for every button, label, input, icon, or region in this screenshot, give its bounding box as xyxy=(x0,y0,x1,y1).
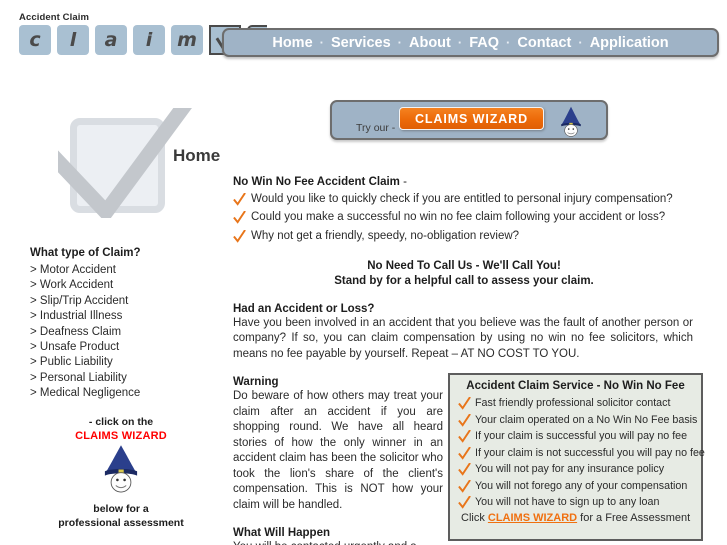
cta-below-label: below for a xyxy=(93,502,149,515)
service-item-text: Fast friendly professional solicitor con… xyxy=(475,397,671,409)
site-header: Accident Claim c l a i m Home · Services… xyxy=(0,0,727,70)
bullet-text: Why not get a friendly, speedy, no-oblig… xyxy=(251,229,520,242)
cta-assessment-label: professional assessment xyxy=(58,516,184,529)
nav-separator: · xyxy=(457,35,463,50)
nav-item-services[interactable]: Services xyxy=(331,35,391,51)
try-our-label: Try our - xyxy=(356,122,396,134)
section-body-warning: Do beware of how others may treat your c… xyxy=(233,390,443,511)
check-icon xyxy=(233,229,246,243)
service-item: If your claim is successful you will pay… xyxy=(457,428,694,445)
lead-heading: No Win No Fee Accident Claim - xyxy=(233,176,695,188)
cta-click-on-the-label: - click on the xyxy=(88,415,154,428)
nav-separator: · xyxy=(397,35,402,50)
claims-wizard-button[interactable]: CLAIMS WIZARD xyxy=(399,107,544,130)
sidebar-item-work-accident[interactable]: > Work Accident xyxy=(30,278,212,293)
service-box-cta: Click CLAIMS WIZARD for a Free Assessmen… xyxy=(457,512,694,524)
lead-heading-text: No Win No Fee Accident Claim xyxy=(233,176,400,188)
page-title: Home xyxy=(173,146,221,165)
service-item: You will not pay for any insurance polic… xyxy=(457,461,694,478)
sidebar-item-personal-liability[interactable]: > Personal Liability xyxy=(30,371,212,386)
sidebar: What type of Claim? > Motor Accident > W… xyxy=(30,247,212,529)
wizard-icon[interactable] xyxy=(96,444,146,496)
sidebar-call-to-action: - click on the CLAIMS WIZARD below for a… xyxy=(30,416,212,529)
section-body: Have you been involved in an accident th… xyxy=(233,316,693,360)
service-item-text: If your claim is successful you will pay… xyxy=(475,430,688,442)
service-item-text: You will not pay for any insurance polic… xyxy=(475,463,665,475)
nav-item-faq[interactable]: FAQ xyxy=(469,35,499,51)
logo-letter-tile: c xyxy=(19,25,51,55)
bullet-item: Could you make a successful no win no fe… xyxy=(233,209,695,225)
bullet-item: Would you like to quickly check if you a… xyxy=(233,191,695,207)
check-icon xyxy=(458,397,471,410)
service-item: Fast friendly professional solicitor con… xyxy=(457,395,694,412)
service-summary-box: Accident Claim Service - No Win No Fee F… xyxy=(448,373,705,541)
check-icon xyxy=(458,463,471,476)
section-body-what-will-happen: You will be contacted urgently and a xyxy=(233,540,443,545)
sidebar-item-unsafe-product[interactable]: > Unsafe Product xyxy=(30,340,212,355)
service-item: Your claim operated on a No Win No Fee b… xyxy=(457,412,698,429)
logo-letter-tile: a xyxy=(95,25,127,55)
callout-block: No Need To Call Us - We'll Call You! Sta… xyxy=(233,259,695,289)
bullet-text: Would you like to quickly check if you a… xyxy=(251,192,673,205)
claims-wizard-button-label: CLAIMS WIZARD xyxy=(414,111,529,126)
service-item-text: You will not have to sign up to any loan xyxy=(475,496,660,508)
check-icon xyxy=(458,413,471,427)
main-navigation: Home · Services · About · FAQ · Contact … xyxy=(222,28,719,57)
cta-suffix: for a Free Assessment xyxy=(577,511,691,524)
narrow-column: Warning Do beware of how others may trea… xyxy=(233,376,443,545)
logo-letter-tile: i xyxy=(133,25,165,55)
nav-item-application[interactable]: Application xyxy=(590,35,669,51)
section-heading-what-will-happen: What Will Happen xyxy=(233,527,331,539)
service-item: You will not forego any of your compensa… xyxy=(457,478,694,495)
logo-letter-tile: l xyxy=(57,25,89,55)
nav-item-home[interactable]: Home xyxy=(272,35,312,51)
section-heading-warning: Warning xyxy=(233,376,279,388)
bullet-text: Could you make a successful no win no fe… xyxy=(251,211,666,223)
check-icon xyxy=(233,192,246,206)
sidebar-item-medical-negligence[interactable]: > Medical Negligence xyxy=(30,386,212,401)
service-item-text: Your claim operated on a No Win No Fee b… xyxy=(475,413,698,426)
sidebar-item-public-liability[interactable]: > Public Liability xyxy=(30,355,212,370)
brand-name: Accident Claim xyxy=(19,12,90,23)
check-icon xyxy=(233,211,246,224)
logo-letter-tile: m xyxy=(171,25,203,55)
nav-item-contact[interactable]: Contact xyxy=(517,35,571,51)
service-item: If your claim is not successful you will… xyxy=(457,445,705,462)
section-had-an-accident: Had an Accident or Loss? Have you been i… xyxy=(233,303,693,363)
nav-separator: · xyxy=(319,35,324,50)
lead-heading-dash: - xyxy=(399,176,407,188)
check-icon xyxy=(458,430,471,443)
page-root: Accident Claim c l a i m Home · Services… xyxy=(0,0,727,545)
nav-item-about[interactable]: About xyxy=(409,35,451,51)
claims-wizard-link[interactable]: CLAIMS WIZARD xyxy=(488,512,577,524)
sidebar-item-deafness-claim[interactable]: > Deafness Claim xyxy=(30,325,212,340)
check-icon xyxy=(458,496,471,509)
service-item: You will not have to sign up to any loan xyxy=(457,494,694,511)
check-icon xyxy=(458,479,471,493)
cta-prefix: Click xyxy=(461,511,488,524)
service-item-text: If your claim is not successful you will… xyxy=(475,446,705,459)
check-icon xyxy=(458,446,471,460)
cta-claims-wizard-label[interactable]: CLAIMS WIZARD xyxy=(30,430,212,442)
service-item-text: You will not forego any of your compensa… xyxy=(475,479,688,492)
sidebar-item-industrial-illness[interactable]: > Industrial Illness xyxy=(30,309,212,324)
sidebar-item-slip-trip-accident[interactable]: > Slip/Trip Accident xyxy=(30,294,212,309)
callout-line-1: No Need To Call Us - We'll Call You! xyxy=(367,259,561,272)
bullet-item: Why not get a friendly, speedy, no-oblig… xyxy=(233,228,695,244)
claims-wizard-banner: Try our - CLAIMS WIZARD xyxy=(330,100,608,140)
nav-separator: · xyxy=(578,35,583,50)
callout-line-2: Stand by for a helpful call to assess yo… xyxy=(334,274,594,287)
nav-separator: · xyxy=(506,35,511,50)
watermark-checkbox-graphic: Home xyxy=(58,108,233,218)
section-heading: Had an Accident or Loss? xyxy=(233,302,375,315)
sidebar-item-motor-accident[interactable]: > Motor Accident xyxy=(30,263,212,278)
service-box-title: Accident Claim Service - No Win No Fee xyxy=(466,380,685,392)
sidebar-heading: What type of Claim? xyxy=(30,247,141,259)
wizard-icon xyxy=(561,106,581,137)
